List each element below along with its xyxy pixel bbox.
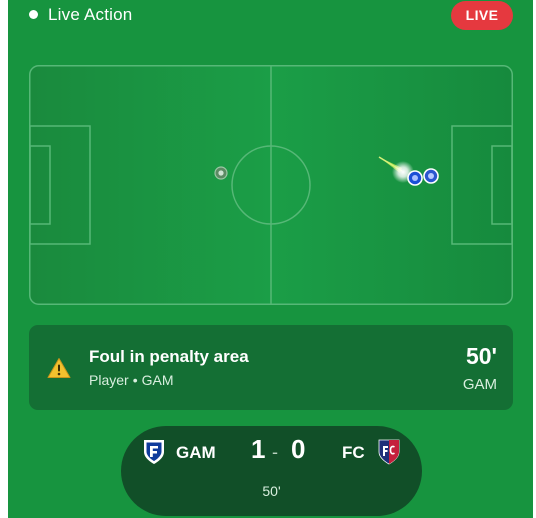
separator-dot: • <box>132 372 138 388</box>
event-team: GAM <box>141 372 174 388</box>
event-team-label: GAM <box>462 376 497 393</box>
panel-header: Live Action LIVE <box>8 0 533 34</box>
scoreboard: GAM 1 - 0 FC 50' <box>121 426 422 516</box>
pitch-graphic <box>29 65 513 305</box>
home-crest-icon <box>144 440 164 464</box>
home-team-abbr: GAM <box>176 443 216 462</box>
live-badge: LIVE <box>451 1 513 30</box>
panel-title: Live Action <box>48 5 133 24</box>
ball-marker <box>214 166 228 180</box>
event-minute: 50' <box>465 343 497 369</box>
away-score: 0 <box>291 434 306 464</box>
warning-icon <box>47 358 71 378</box>
home-score: 1 <box>251 434 266 464</box>
away-team-abbr: FC <box>342 443 365 462</box>
event-card: Foul in penalty area Player • GAM 50' GAM <box>29 325 513 410</box>
event-title: Foul in penalty area <box>89 347 249 366</box>
score-separator: - <box>272 442 278 462</box>
match-minute: 50' <box>262 483 281 499</box>
away-crest-icon <box>378 439 400 465</box>
live-action-panel: Live Action LIVE Foul in penalty area Pl… <box>8 0 533 518</box>
pitch-field <box>29 65 513 305</box>
live-indicator-dot <box>29 10 38 19</box>
event-player: Player <box>89 372 129 388</box>
event-subtitle: Player • GAM <box>89 372 173 388</box>
